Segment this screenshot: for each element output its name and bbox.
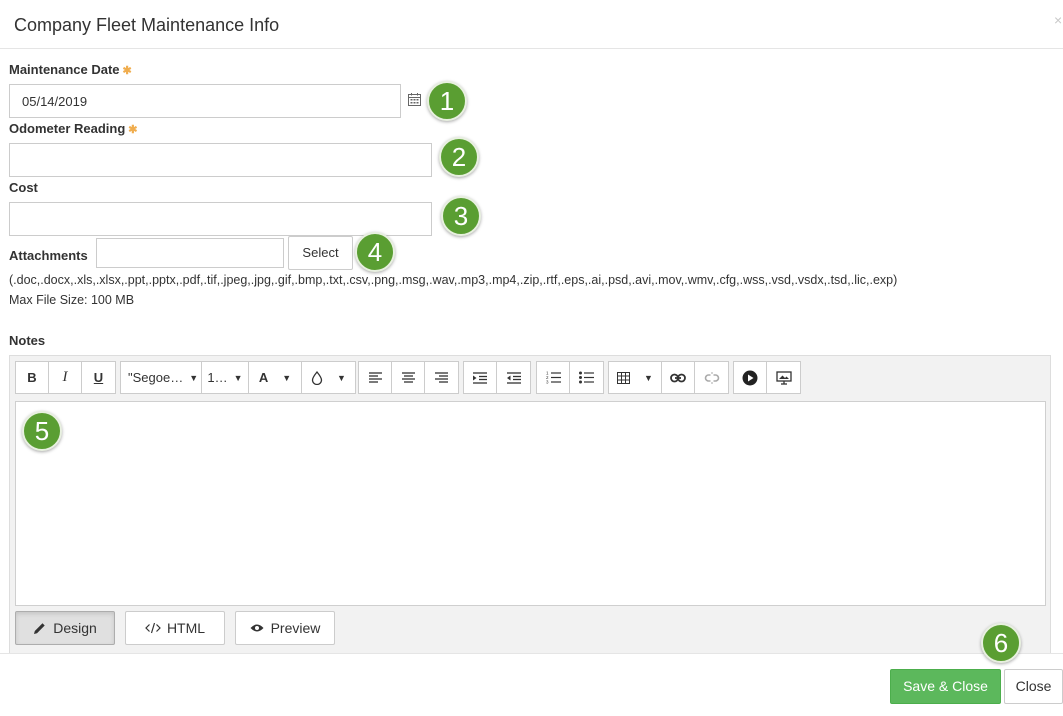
maintenance-date-input[interactable]	[9, 84, 401, 118]
attachments-label: Attachments	[9, 248, 88, 263]
step-badge-2: 2	[439, 137, 479, 177]
font-group: "Segoe… ▼ 1… ▼ A ▼ ▼	[120, 361, 356, 394]
font-name-dropdown[interactable]: "Segoe… ▼	[121, 362, 202, 393]
indent-group	[463, 361, 531, 394]
preview-mode-button[interactable]: Preview	[235, 611, 335, 645]
table-dropdown[interactable]: ▼	[609, 362, 662, 393]
insert-group: ▼	[608, 361, 729, 394]
close-button[interactable]: Close	[1004, 669, 1063, 704]
align-group	[358, 361, 459, 394]
caret-down-icon: ▼	[337, 372, 346, 383]
maintenance-date-label-text: Maintenance Date	[9, 62, 120, 77]
table-icon	[617, 371, 631, 384]
align-right-icon[interactable]	[425, 362, 458, 393]
required-marker: ✱	[122, 65, 132, 77]
caret-down-icon: ▼	[233, 372, 243, 383]
allowed-file-types: (.doc,.docx,.xls,.xlsx,.ppt,.pptx,.pdf,.…	[9, 273, 898, 287]
bold-button[interactable]: B	[16, 362, 49, 393]
html-mode-button[interactable]: HTML	[125, 611, 225, 645]
max-file-size: Max File Size: 100 MB	[9, 293, 135, 307]
bullet-list-icon[interactable]	[570, 362, 603, 393]
link-icon[interactable]	[662, 362, 695, 393]
caret-down-icon: ▼	[644, 372, 653, 383]
close-icon[interactable]: ×	[1054, 12, 1062, 28]
step-badge-1: 1	[427, 81, 467, 121]
font-name-value: "Segoe…	[128, 370, 184, 385]
align-left-icon[interactable]	[359, 362, 392, 393]
list-group: 123	[536, 361, 604, 394]
underline-button[interactable]: U	[82, 362, 115, 393]
odometer-label: Odometer Reading ✱	[9, 121, 138, 136]
save-close-button[interactable]: Save & Close	[890, 669, 1001, 704]
caret-down-icon: ▼	[189, 372, 199, 383]
background-color-dropdown[interactable]: ▼	[302, 362, 355, 393]
font-size-dropdown[interactable]: 1… ▼	[202, 362, 249, 393]
design-mode-button[interactable]: Design	[15, 611, 115, 645]
font-color-icon: A	[258, 370, 269, 385]
dialog-title: Company Fleet Maintenance Info	[14, 15, 280, 35]
play-video-icon[interactable]	[734, 362, 767, 393]
step-badge-5: 5	[22, 411, 62, 451]
html-mode-label: HTML	[166, 620, 206, 636]
indent-icon[interactable]	[464, 362, 497, 393]
caret-down-icon: ▼	[282, 372, 292, 383]
cost-input[interactable]	[9, 202, 432, 236]
unlink-icon[interactable]	[695, 362, 728, 393]
font-color-dropdown[interactable]: A ▼	[249, 362, 302, 393]
align-center-icon[interactable]	[392, 362, 425, 393]
notes-edit-area[interactable]	[15, 401, 1046, 606]
calendar-icon[interactable]	[407, 92, 422, 107]
step-badge-4: 4	[355, 232, 395, 272]
pencil-icon	[33, 622, 46, 635]
attachments-input[interactable]	[96, 238, 284, 268]
preview-mode-label: Preview	[270, 620, 321, 636]
svg-text:3: 3	[546, 380, 549, 385]
maintenance-date-label: Maintenance Date ✱	[9, 62, 132, 77]
italic-button[interactable]: I	[49, 362, 82, 393]
font-size-value: 1…	[207, 370, 228, 385]
eye-icon	[250, 623, 264, 633]
code-icon	[145, 622, 161, 634]
ordered-list-icon[interactable]: 123	[537, 362, 570, 393]
odometer-label-text: Odometer Reading	[9, 121, 126, 136]
droplet-icon	[311, 370, 323, 385]
odometer-input[interactable]	[9, 143, 432, 177]
outdent-icon[interactable]	[497, 362, 530, 393]
design-mode-label: Design	[53, 620, 97, 636]
select-file-button[interactable]: Select	[288, 236, 353, 270]
notes-label: Notes	[9, 333, 46, 348]
required-marker: ✱	[128, 124, 138, 136]
format-group: B I U	[15, 361, 116, 394]
step-badge-3: 3	[441, 196, 481, 236]
cost-label: Cost	[9, 180, 38, 195]
step-badge-6: 6	[981, 623, 1021, 663]
media-group	[733, 361, 801, 394]
insert-image-icon[interactable]	[767, 362, 800, 393]
